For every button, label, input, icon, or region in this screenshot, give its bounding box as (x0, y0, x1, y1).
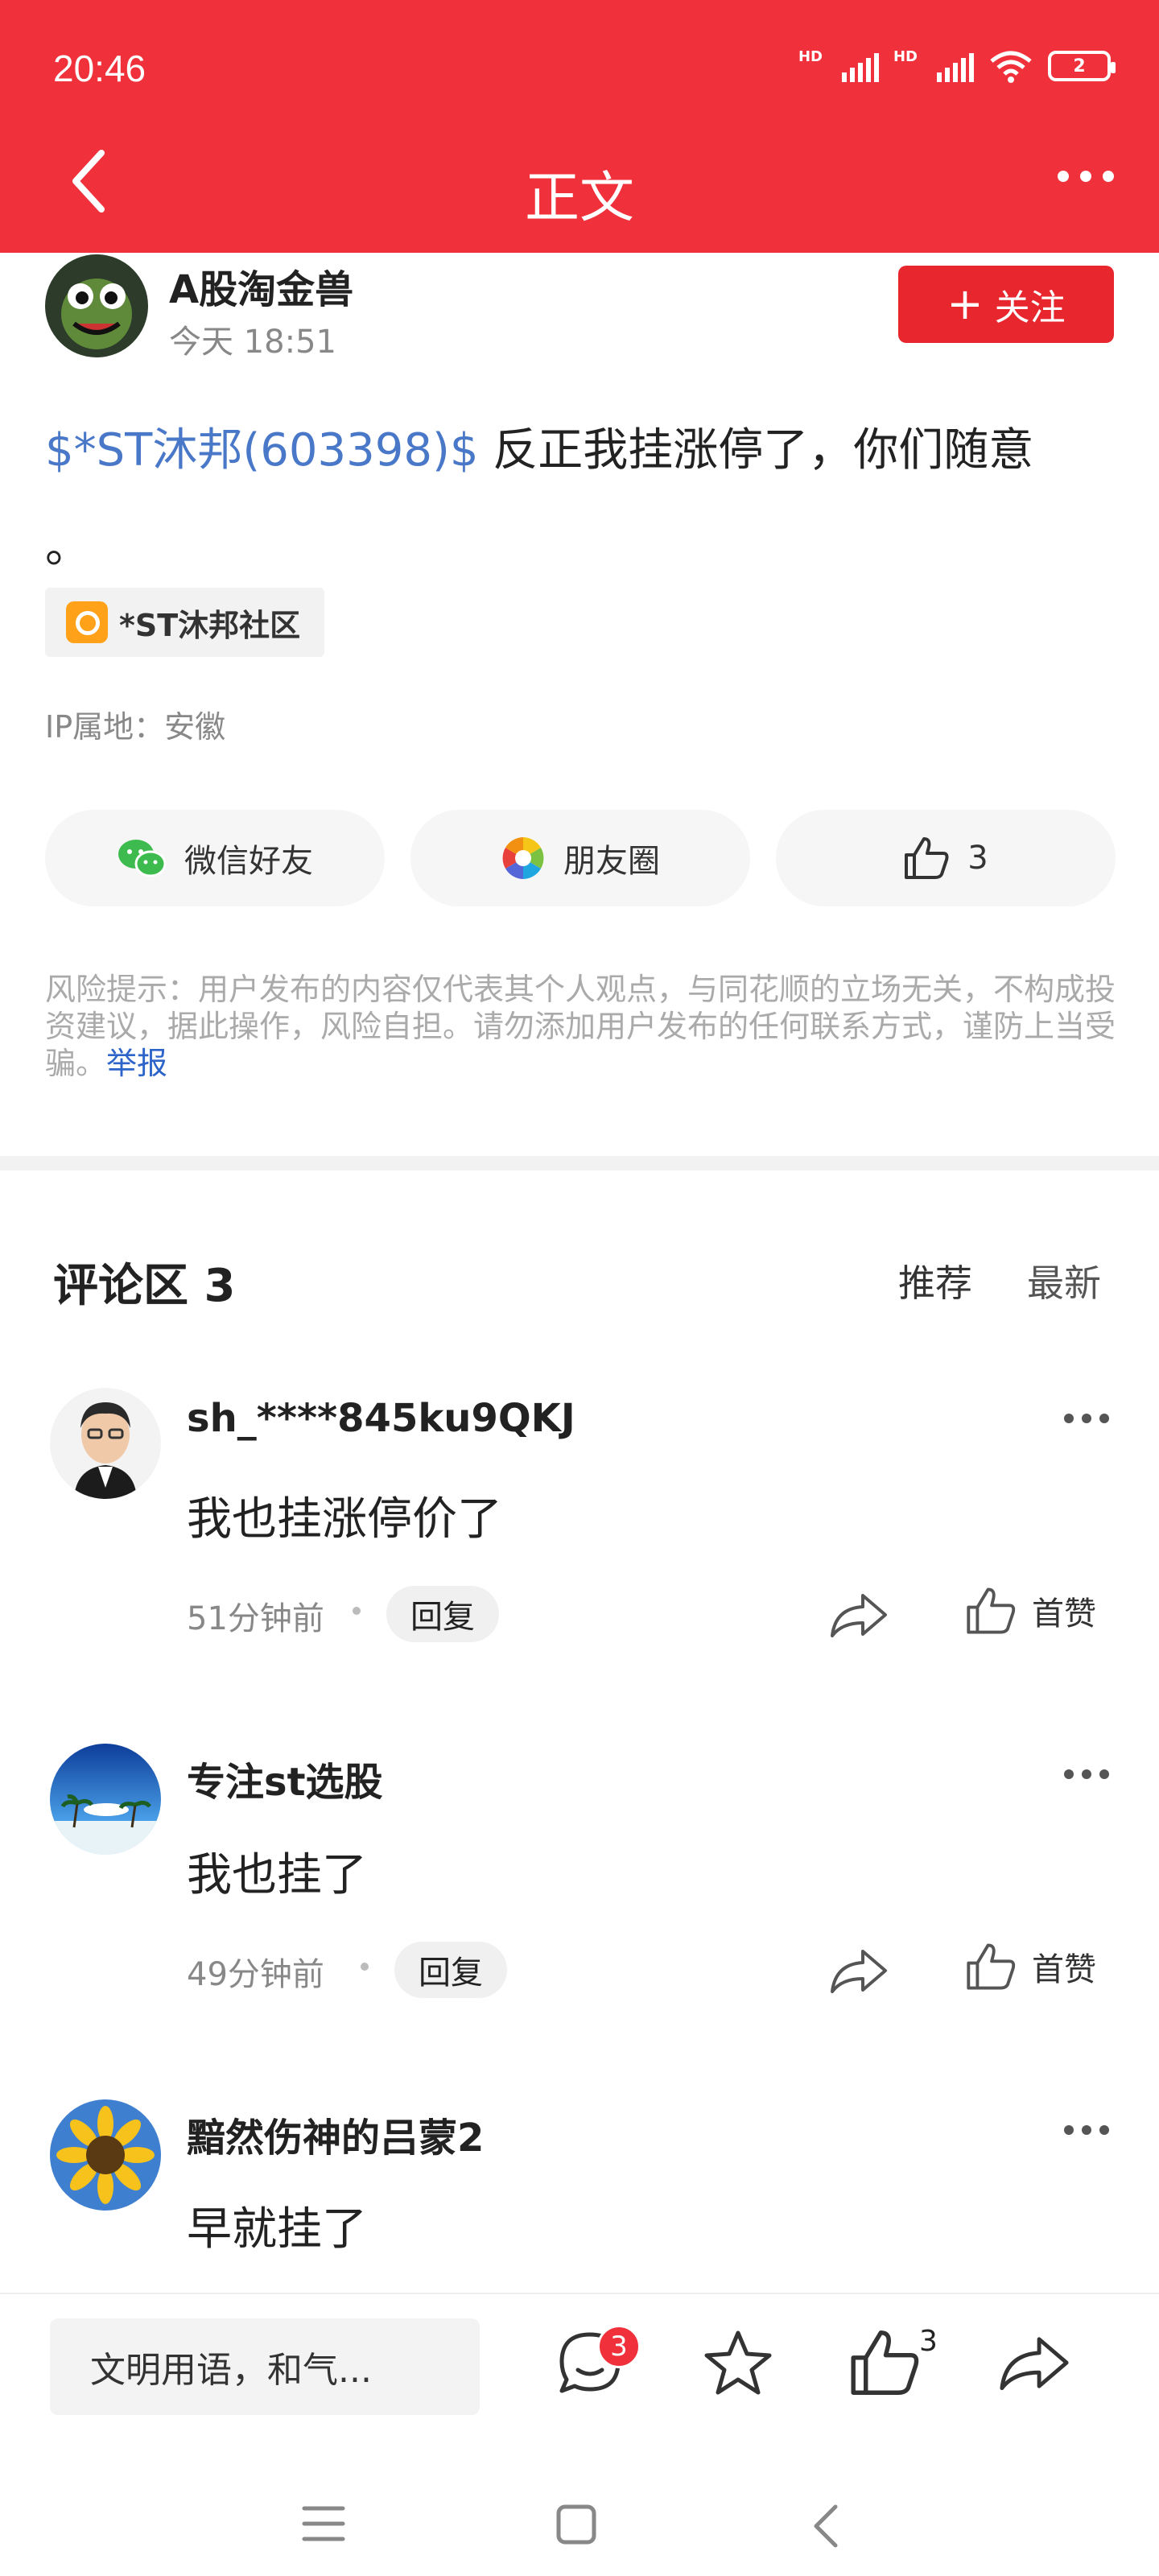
share-moments-label: 朋友圈 (563, 843, 660, 880)
share-icon[interactable] (829, 1591, 889, 1639)
comment-text: 早就挂了 (187, 2203, 367, 2256)
reply-button[interactable]: 回复 (394, 1942, 507, 1998)
more-icon[interactable] (1064, 2125, 1109, 2135)
sort-recommend-tab[interactable]: 推荐 (898, 1254, 972, 1307)
page-title: 正文 (524, 167, 634, 230)
stock-link[interactable]: $*ST沐邦(603398)$ (45, 424, 478, 477)
status-icons: HD HD 2 (798, 48, 1116, 84)
share-wechat-button[interactable]: 微信好友 (45, 810, 385, 906)
bottom-bar: 文明用语，和气... 3 3 (0, 2293, 1159, 2576)
post-text-line1: 反正我挂涨停了，你们随意 (478, 424, 1034, 477)
comment-time: 49分钟前 (187, 1956, 324, 1993)
sort-latest-tab[interactable]: 最新 (1027, 1254, 1101, 1307)
ip-location: IP属地：安徽 (45, 709, 226, 745)
like-button[interactable]: 3 (776, 810, 1116, 906)
post-content: $*ST沐邦(603398)$ 反正我挂涨停了，你们随意 。 (45, 402, 1124, 596)
comment-avatar[interactable] (50, 1388, 161, 1499)
more-icon[interactable] (1064, 1769, 1109, 1779)
signal-icon (937, 50, 974, 82)
share-icon[interactable] (829, 1946, 889, 1995)
dot-separator (353, 1607, 361, 1615)
battery-icon: 2 (1048, 51, 1116, 81)
wechat-icon (118, 840, 167, 877)
comment-avatar[interactable] (50, 2099, 161, 2211)
reply-button[interactable]: 回复 (386, 1586, 499, 1642)
author-avatar[interactable] (45, 254, 148, 357)
comment-input[interactable]: 文明用语，和气... (50, 2318, 480, 2415)
comment-like-button[interactable]: 首赞 (964, 1942, 1096, 1992)
risk-text: 风险提示：用户发布的内容仅代表其个人观点，与同花顺的立场无关，不构成投资建议，据… (45, 972, 1116, 1081)
more-icon[interactable] (1058, 171, 1114, 182)
comment-text: 我也挂涨停价了 (187, 1493, 502, 1546)
thumb-up-icon[interactable] (848, 2326, 921, 2399)
comment-avatar[interactable] (50, 1744, 161, 1855)
signal-icon (841, 50, 879, 82)
post-text-line2: 。 (45, 521, 90, 573)
hd-label: HD (798, 48, 823, 65)
more-icon[interactable] (1064, 1414, 1109, 1423)
bottom-like-count: 3 (919, 2325, 938, 2358)
back-icon[interactable] (810, 2504, 842, 2549)
comment-like-button[interactable]: 首赞 (964, 1586, 1096, 1636)
battery-level: 2 (1073, 56, 1086, 76)
share-icon[interactable] (998, 2326, 1070, 2399)
moments-icon (502, 837, 544, 879)
share-row: 微信好友 朋友圈 3 (45, 810, 1116, 906)
star-icon[interactable] (702, 2326, 774, 2399)
comment-author[interactable]: sh_****845ku9QKJ (187, 1396, 575, 1441)
comment-like-label: 首赞 (1032, 1951, 1096, 1988)
author-name[interactable]: A股淘金兽 (169, 258, 353, 314)
community-tag[interactable]: *ST沐邦社区 (45, 588, 325, 657)
hd-label: HD (893, 48, 918, 65)
like-count: 3 (967, 840, 988, 877)
comment-time: 51分钟前 (187, 1600, 324, 1637)
community-icon (66, 601, 108, 643)
comments-title: 评论区 3 (53, 1260, 236, 1312)
home-icon[interactable] (555, 2504, 597, 2545)
report-link[interactable]: 举报 (106, 1046, 167, 1081)
comment-like-label: 首赞 (1032, 1596, 1096, 1633)
comment-author[interactable]: 黯然伤神的吕蒙2 (187, 2106, 484, 2162)
share-moments-button[interactable]: 朋友圈 (410, 810, 750, 906)
comment-text: 我也挂了 (187, 1849, 367, 1901)
comment-author[interactable]: 专注st选股 (187, 1750, 383, 1806)
post-time: 今天 18:51 (169, 324, 336, 361)
section-divider (0, 1156, 1159, 1170)
risk-notice: 风险提示：用户发布的内容仅代表其个人观点，与同花顺的立场无关，不构成投资建议，据… (45, 971, 1124, 1082)
follow-label: 关注 (994, 287, 1066, 328)
menu-icon[interactable] (301, 2504, 346, 2544)
community-label: *ST沐邦社区 (119, 607, 301, 643)
comment-count-badge: 3 (597, 2325, 641, 2368)
thumb-up-icon (967, 1587, 1016, 1634)
wifi-icon (990, 51, 1032, 83)
thumb-up-icon (905, 837, 949, 879)
follow-button[interactable]: + 关注 (898, 266, 1114, 343)
share-wechat-label: 微信好友 (184, 843, 313, 880)
plus-icon: + (947, 279, 984, 329)
status-time: 20:46 (53, 47, 146, 89)
dot-separator (361, 1963, 369, 1971)
app-header: 20:46 HD HD 2 正文 (0, 0, 1159, 253)
thumb-up-icon (967, 1943, 1016, 1990)
